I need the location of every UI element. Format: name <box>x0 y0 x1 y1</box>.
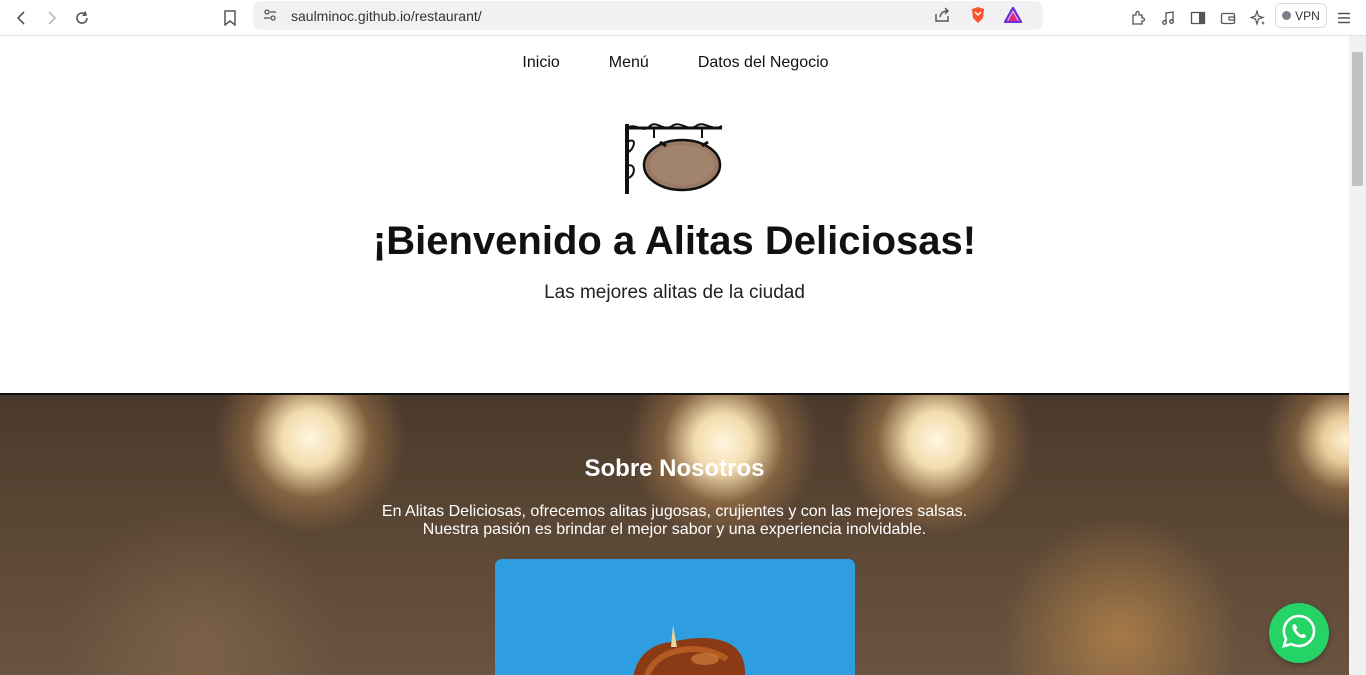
page-scrollbar[interactable] <box>1349 36 1366 675</box>
about-section: Sobre Nosotros En Alitas Deliciosas, ofr… <box>0 393 1349 675</box>
restaurant-logo <box>624 120 726 198</box>
back-icon[interactable] <box>8 4 36 32</box>
extensions-icon[interactable] <box>1124 4 1152 32</box>
forward-icon[interactable] <box>37 4 65 32</box>
bookmark-icon[interactable] <box>216 4 244 32</box>
browser-toolbar: saulminoc.github.io/restaurant/ VPN <box>0 0 1366 36</box>
nav-item-menu[interactable]: Menú <box>609 54 649 72</box>
leo-ai-icon[interactable] <box>1244 4 1272 32</box>
sidebar-icon[interactable] <box>1184 4 1212 32</box>
menu-icon[interactable] <box>1330 4 1358 32</box>
whatsapp-icon <box>1281 613 1317 654</box>
media-icon[interactable] <box>1154 4 1182 32</box>
brave-rewards-icon[interactable] <box>1002 5 1024 28</box>
scrollbar-thumb[interactable] <box>1352 52 1363 186</box>
url-text: saulminoc.github.io/restaurant/ <box>291 8 482 24</box>
share-icon[interactable] <box>934 7 951 28</box>
address-bar[interactable]: saulminoc.github.io/restaurant/ <box>253 1 1043 30</box>
about-description: En Alitas Deliciosas, ofrecemos alitas j… <box>0 503 1349 539</box>
about-line-2: Nuestra pasión es brindar el mejor sabor… <box>422 521 927 538</box>
wings-image <box>495 559 855 675</box>
main-nav: Inicio Menú Datos del Negocio <box>0 54 1349 72</box>
about-title: Sobre Nosotros <box>584 455 765 482</box>
whatsapp-button[interactable] <box>1269 603 1329 663</box>
about-line-1: En Alitas Deliciosas, ofrecemos alitas j… <box>381 503 968 520</box>
vpn-status-icon <box>1282 11 1292 20</box>
hero-subtitle: Las mejores alitas de la ciudad <box>544 282 805 303</box>
vpn-button[interactable]: VPN <box>1275 3 1327 28</box>
site-settings-icon[interactable] <box>263 8 277 27</box>
reload-icon[interactable] <box>68 4 96 32</box>
nav-item-datos-negocio[interactable]: Datos del Negocio <box>698 54 829 72</box>
wallet-icon[interactable] <box>1214 4 1242 32</box>
nav-item-inicio[interactable]: Inicio <box>522 54 559 72</box>
hero-title: ¡Bienvenido a Alitas Deliciosas! <box>372 219 977 263</box>
vpn-label: VPN <box>1295 8 1320 23</box>
page-content: Inicio Menú Datos del Negocio ¡Bienvenid… <box>0 36 1349 675</box>
brave-shield-icon[interactable] <box>970 6 986 29</box>
